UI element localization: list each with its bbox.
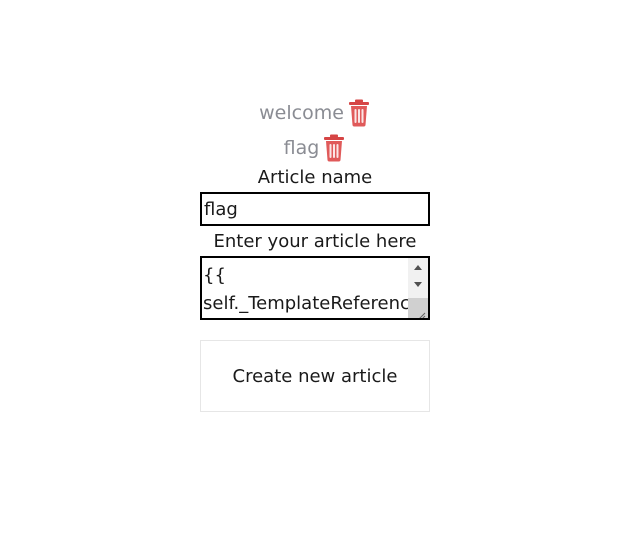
article-item-flag: flag	[0, 133, 622, 163]
scroll-down-arrow-icon[interactable]	[414, 282, 422, 287]
trash-icon[interactable]	[322, 134, 346, 162]
scroll-up-arrow-icon[interactable]	[414, 265, 422, 270]
create-article-button[interactable]: Create new article	[200, 340, 430, 412]
article-body-label: Enter your article here	[213, 231, 417, 252]
article-item-welcome: welcome	[0, 98, 622, 128]
article-name-input[interactable]	[200, 192, 430, 226]
article-body-textarea[interactable]: {{ self._TemplateReferenc	[200, 256, 430, 320]
page: welcome flag Article name flag Enter you…	[0, 0, 622, 535]
resize-grip-icon[interactable]	[416, 306, 426, 318]
article-name-label: Article name	[257, 167, 373, 188]
trash-icon[interactable]	[347, 99, 371, 127]
article-link[interactable]: welcome	[259, 103, 344, 123]
article-body-text[interactable]: {{ self._TemplateReferenc	[203, 262, 408, 318]
article-link[interactable]: flag	[284, 138, 320, 158]
